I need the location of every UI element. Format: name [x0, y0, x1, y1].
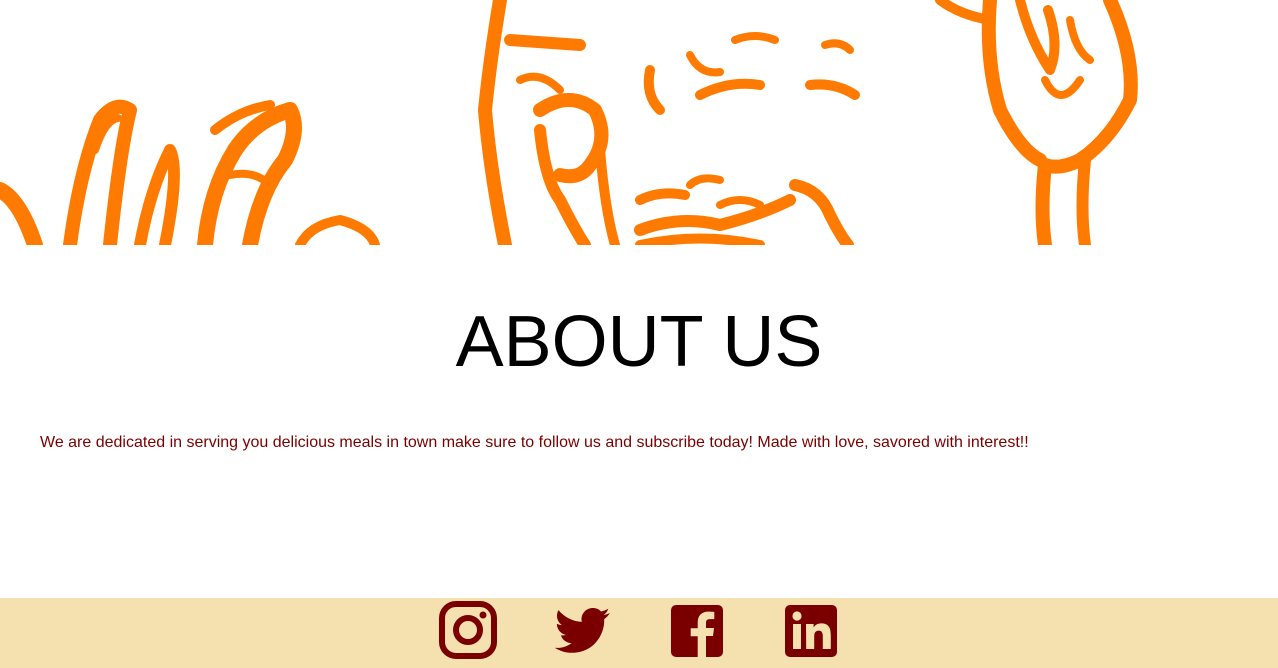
hero-line-art	[0, 0, 1138, 245]
twitter-icon	[554, 608, 610, 653]
facebook-link[interactable]	[668, 600, 726, 660]
instagram-icon	[439, 601, 497, 659]
linkedin-link[interactable]	[782, 600, 840, 660]
footer	[0, 598, 1278, 668]
about-description: We are dedicated in serving you deliciou…	[40, 434, 1029, 451]
hero-banner-image	[0, 0, 1278, 245]
facebook-icon	[671, 605, 723, 658]
instagram-link[interactable]	[438, 600, 498, 660]
linkedin-icon	[785, 605, 837, 657]
page: ABOUT US We are dedicated in serving you…	[0, 0, 1278, 668]
page-title: ABOUT US	[455, 302, 823, 382]
twitter-link[interactable]	[552, 600, 612, 660]
